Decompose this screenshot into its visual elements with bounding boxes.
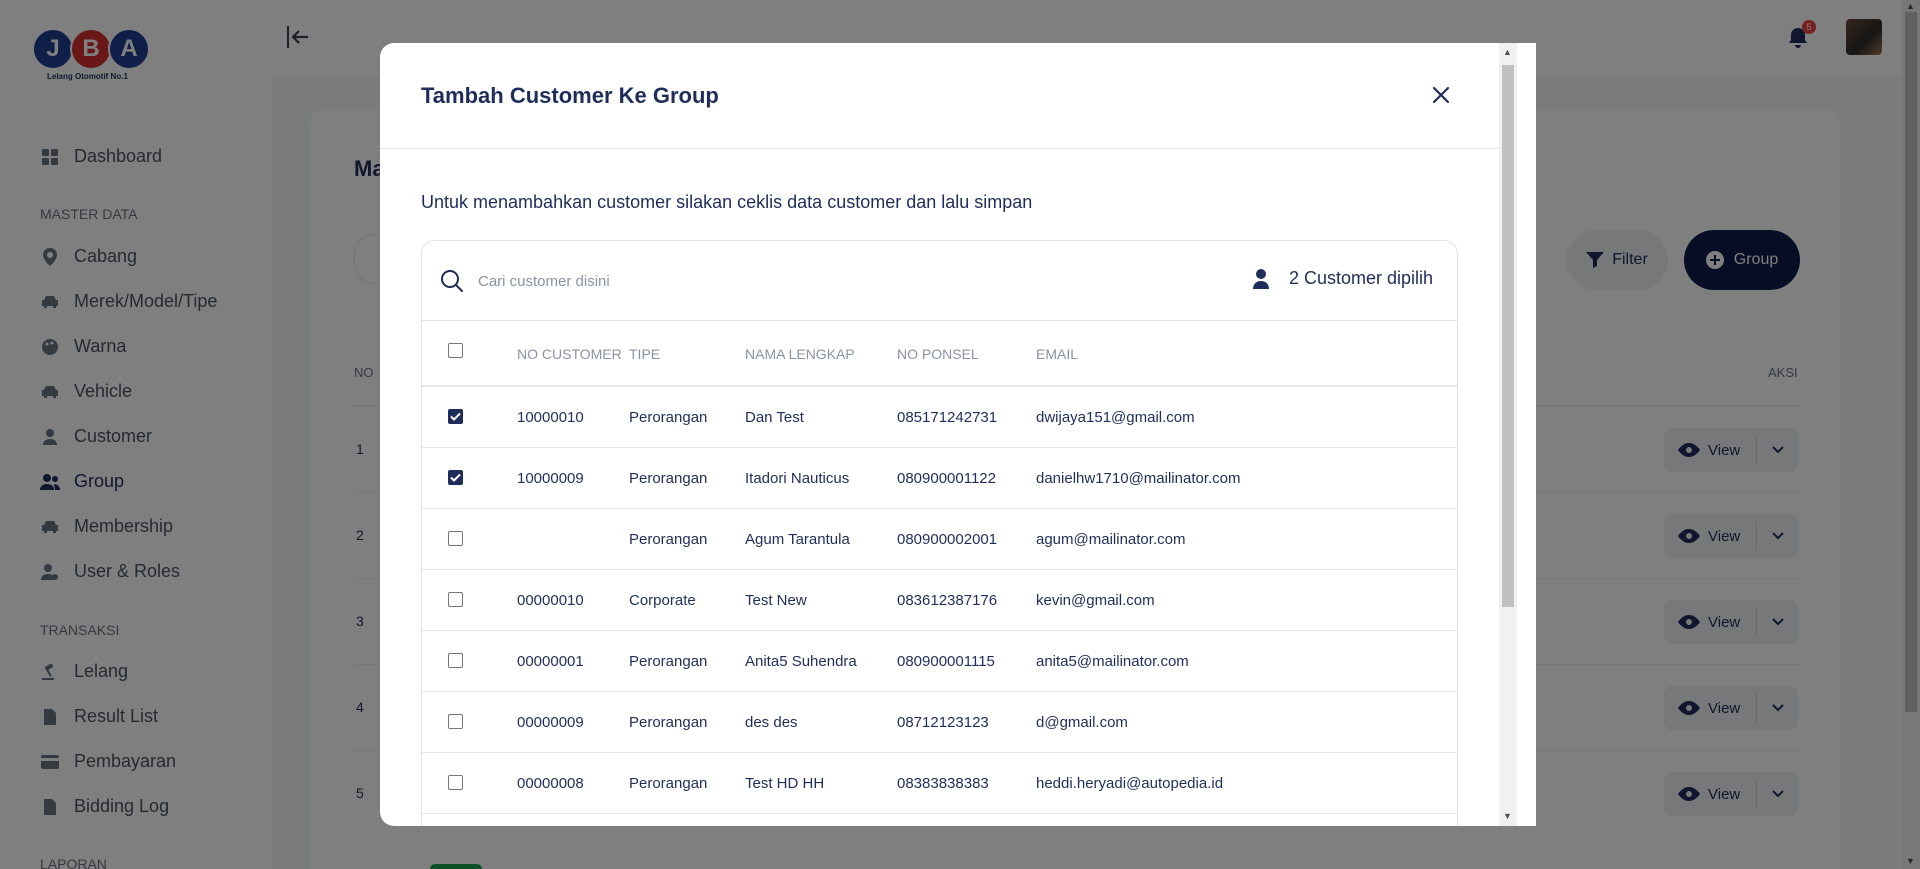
cell-no-customer: 00000010 [517,592,584,609]
cell-ponsel: 085171242731 [897,409,998,426]
cell-no-customer: 00000009 [517,714,584,731]
cell-nama: Itadori Nauticus [745,470,850,487]
cell-nama: des des [745,714,798,731]
customer-table-card: 2 Customer dipilih NO CUSTOMER TIPE NAMA… [421,240,1458,826]
cell-email: heddi.heryadi@autopedia.id [1036,775,1224,792]
cell-tipe: Perorangan [629,653,708,670]
selected-count-text: 2 Customer dipilih [1288,268,1433,288]
cell-nama: Anita5 Suhendra [745,653,857,670]
table-row[interactable]: 00000001 Perorangan Anita5 Suhendra 0809… [422,631,1457,692]
modal-header: Tambah Customer Ke Group [380,43,1499,149]
row-checkbox[interactable] [448,409,463,424]
modal-scrollbar[interactable]: ▲ ▼ [1499,43,1536,826]
column-header-tipe[interactable]: TIPE [629,346,660,362]
cell-email: dwijaya151@gmail.com [1036,409,1195,426]
cell-no-customer: 00000008 [517,775,584,792]
cell-tipe: Corporate [629,592,696,609]
cell-nama: Dan Test [745,409,804,426]
modal-description: Untuk menambahkan customer silakan cekli… [421,192,1033,212]
table-row[interactable]: 10000009 Perorangan Itadori Nauticus 080… [422,448,1457,509]
row-checkbox[interactable] [448,592,463,607]
cell-tipe: Perorangan [629,714,708,731]
table-header: NO CUSTOMER TIPE NAMA LENGKAP NO PONSEL … [422,321,1457,387]
cell-ponsel: 080900001122 [897,470,996,487]
row-checkbox[interactable] [448,653,463,668]
select-all-checkbox[interactable] [448,343,463,358]
cell-tipe: Perorangan [629,409,708,426]
modal-scrollbar-thumb[interactable] [1502,65,1514,607]
cell-email: agum@mailinator.com [1036,531,1186,548]
row-checkbox[interactable] [448,775,463,790]
close-button[interactable] [1429,83,1453,107]
cell-tipe: Perorangan [629,531,708,548]
column-header-no-ponsel[interactable]: NO PONSEL [897,346,979,362]
table-row[interactable]: 00000008 Perorangan Test HD HH 083838383… [422,753,1457,814]
cell-no-customer: 00000001 [517,653,584,670]
table-row[interactable]: 10000010 Perorangan Dan Test 08517124273… [422,387,1457,448]
selected-customer-count: 2 Customer dipilih [1252,268,1433,289]
user-icon [1252,268,1269,289]
row-checkbox[interactable] [448,714,463,729]
table-row[interactable]: 00000009 Perorangan des des 08712123123 … [422,692,1457,753]
cell-ponsel: 083612387176 [897,592,998,609]
scroll-up-arrow-icon[interactable]: ▲ [1503,47,1512,57]
cell-nama: Test HD HH [745,775,825,792]
cell-nama: Agum Tarantula [745,531,850,548]
cell-ponsel: 080900002001 [897,531,998,548]
cell-ponsel: 08712123123 [897,714,989,731]
column-header-nama-lengkap[interactable]: NAMA LENGKAP [745,346,855,362]
cell-email: d@gmail.com [1036,714,1128,731]
close-icon [1432,86,1450,104]
add-customer-to-group-modal: Tambah Customer Ke Group Untuk menambahk… [380,43,1499,826]
cell-tipe: Perorangan [629,470,708,487]
table-row[interactable]: Perorangan Agum Tarantula 080900002001 a… [422,509,1457,570]
column-header-no-customer[interactable]: NO CUSTOMER [517,346,622,362]
cell-ponsel: 08383838383 [897,775,989,792]
cell-no-customer: 10000009 [517,470,584,487]
customer-search-input[interactable] [478,267,978,295]
cell-nama: Test New [745,592,807,609]
table-row[interactable]: 00000010 Corporate Test New 083612387176… [422,570,1457,631]
cell-no-customer: 10000010 [517,409,584,426]
cell-email: kevin@gmail.com [1036,592,1155,609]
modal-title: Tambah Customer Ke Group [421,83,719,108]
cell-ponsel: 080900001115 [897,653,995,670]
search-icon [441,270,463,292]
cell-tipe: Perorangan [629,775,708,792]
row-checkbox[interactable] [448,531,463,546]
cell-email: anita5@mailinator.com [1036,653,1189,670]
customer-search-bar: 2 Customer dipilih [422,241,1457,321]
cell-email: danielhw1710@mailinator.com [1036,470,1241,487]
row-checkbox[interactable] [448,470,463,485]
scroll-down-arrow-icon[interactable]: ▼ [1503,811,1512,821]
column-header-email[interactable]: EMAIL [1036,346,1078,362]
